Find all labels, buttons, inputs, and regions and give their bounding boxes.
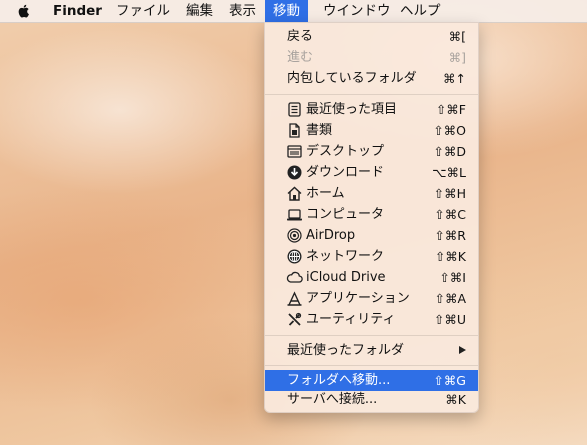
menu-item-label: コンピュータ	[306, 207, 385, 222]
shortcut: ⇧⌘O	[433, 123, 466, 138]
menu-item-computer[interactable]: コンピュータ ⇧⌘C	[265, 204, 478, 225]
menu-item-label: サーバへ接続...	[287, 392, 378, 407]
menu-item-airdrop[interactable]: AirDrop ⇧⌘R	[265, 225, 478, 246]
shortcut: ⌘K	[445, 392, 466, 407]
menu-finder[interactable]: Finder	[45, 0, 110, 22]
separator	[265, 94, 478, 95]
applications-icon	[286, 290, 303, 307]
go-menu-dropdown: 戻る ⌘[ 進む ⌘] 内包しているフォルダ ⌘↑ 最近使った項目 ⇧⌘F 書類…	[264, 22, 479, 413]
menu-item-forward: 進む ⌘]	[265, 47, 478, 68]
menu-item-label: iCloud Drive	[306, 270, 386, 285]
menu-item-connect-to-server[interactable]: サーバへ接続... ⌘K	[265, 389, 478, 410]
menu-item-recent-folders[interactable]: 最近使ったフォルダ	[265, 340, 478, 361]
airdrop-icon	[286, 227, 303, 244]
menu-item-go-to-folder[interactable]: フォルダへ移動... ⇧⌘G	[265, 370, 478, 391]
shortcut: ⌘]	[448, 50, 466, 65]
menu-edit[interactable]: 編集	[178, 0, 221, 22]
menu-item-enclosing-folder[interactable]: 内包しているフォルダ ⌘↑	[265, 68, 478, 89]
icloud-icon	[286, 269, 303, 286]
shortcut: ⌥⌘L	[432, 165, 466, 180]
apple-menu-icon[interactable]	[16, 3, 32, 19]
menu-item-label: ネットワーク	[306, 249, 385, 264]
submenu-arrow-icon	[459, 346, 466, 354]
separator	[265, 365, 478, 366]
shortcut: ⇧⌘U	[433, 312, 466, 327]
menu-item-label: デスクトップ	[306, 144, 385, 159]
shortcut: ⇧⌘G	[433, 373, 466, 388]
documents-icon	[286, 122, 303, 139]
menu-item-label: ユーティリティ	[306, 312, 396, 327]
menu-bar: Finder ファイル 編集 表示 移動 ウインドウ ヘルプ	[0, 0, 587, 23]
shortcut: ⇧⌘K	[434, 249, 466, 264]
downloads-icon	[286, 164, 303, 181]
menu-item-label: フォルダへ移動...	[287, 373, 391, 388]
menu-file[interactable]: ファイル	[108, 0, 178, 22]
menu-view[interactable]: 表示	[221, 0, 264, 22]
menu-item-applications[interactable]: アプリケーション ⇧⌘A	[265, 288, 478, 309]
recents-icon	[286, 101, 303, 118]
menu-item-label: 戻る	[287, 29, 314, 44]
menu-item-label: アプリケーション	[306, 291, 410, 306]
shortcut: ⇧⌘A	[434, 291, 466, 306]
menu-item-desktop[interactable]: デスクトップ ⇧⌘D	[265, 141, 478, 162]
menu-item-label: ダウンロード	[306, 165, 385, 180]
shortcut: ⇧⌘I	[439, 270, 466, 285]
menu-item-downloads[interactable]: ダウンロード ⌥⌘L	[265, 162, 478, 183]
shortcut: ⇧⌘R	[434, 228, 466, 243]
utilities-icon	[286, 311, 303, 328]
menu-item-utilities[interactable]: ユーティリティ ⇧⌘U	[265, 309, 478, 330]
shortcut: ⇧⌘H	[433, 186, 466, 201]
computer-icon	[286, 206, 303, 223]
shortcut: ⌘↑	[443, 71, 466, 86]
separator	[265, 335, 478, 336]
menu-item-label: 進む	[287, 50, 314, 65]
shortcut: ⇧⌘C	[434, 207, 466, 222]
home-icon	[286, 185, 303, 202]
network-icon	[286, 248, 303, 265]
shortcut: ⌘[	[448, 29, 466, 44]
menu-item-recents[interactable]: 最近使った項目 ⇧⌘F	[265, 99, 478, 120]
menu-item-label: AirDrop	[306, 228, 356, 243]
menu-item-label: ホーム	[306, 186, 345, 201]
menu-window[interactable]: ウインドウ	[315, 0, 399, 22]
menu-item-icloud-drive[interactable]: iCloud Drive ⇧⌘I	[265, 267, 478, 288]
menu-item-label: 内包しているフォルダ	[287, 71, 417, 86]
menu-item-label: 最近使ったフォルダ	[287, 343, 405, 358]
menu-item-back[interactable]: 戻る ⌘[	[265, 26, 478, 47]
menu-item-label: 書類	[306, 123, 333, 138]
menu-item-network[interactable]: ネットワーク ⇧⌘K	[265, 246, 478, 267]
menu-item-home[interactable]: ホーム ⇧⌘H	[265, 183, 478, 204]
menu-help[interactable]: ヘルプ	[392, 0, 449, 22]
menu-item-label: 最近使った項目	[306, 102, 398, 117]
shortcut: ⇧⌘D	[433, 144, 466, 159]
menu-item-documents[interactable]: 書類 ⇧⌘O	[265, 120, 478, 141]
shortcut: ⇧⌘F	[435, 102, 466, 117]
desktop-icon	[286, 143, 303, 160]
menu-go[interactable]: 移動	[265, 0, 308, 22]
